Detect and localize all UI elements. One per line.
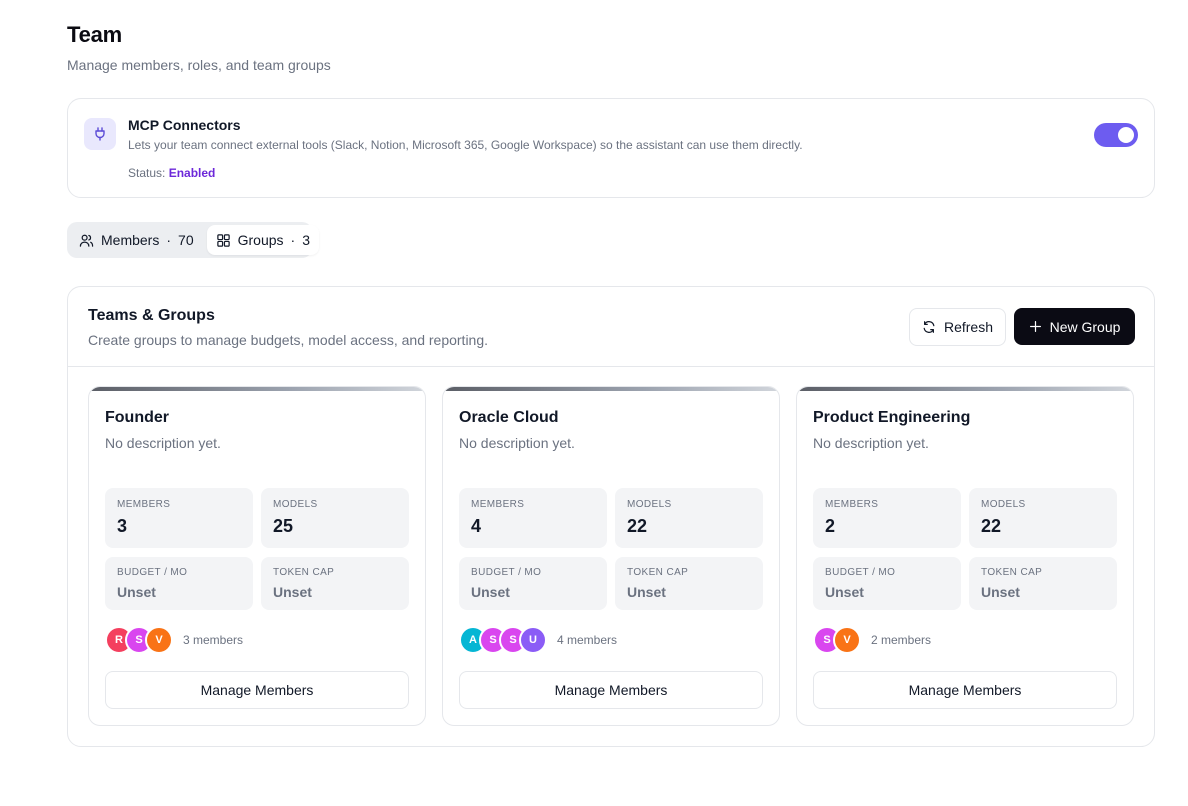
group-name: Oracle Cloud [459, 409, 559, 426]
card-accent-bar [89, 387, 425, 391]
stat-token-cap-value: Unset [981, 584, 1020, 600]
stat-token-cap-label: TOKEN CAP [981, 567, 1043, 578]
users-icon [79, 234, 94, 247]
stat-models: MODELS 22 [615, 488, 763, 548]
refresh-button[interactable]: Refresh [909, 308, 1006, 346]
group-name: Product Engineering [813, 409, 971, 426]
stat-models-value: 22 [981, 516, 1002, 536]
stat-models: MODELS 25 [261, 488, 409, 548]
stat-members-value: 4 [471, 516, 482, 536]
teams-groups-panel: Teams & Groups Create groups to manage b… [67, 286, 1155, 747]
grid-icon [216, 233, 230, 247]
stat-token-cap-value: Unset [627, 584, 666, 600]
refresh-label: Refresh [943, 319, 994, 335]
stat-token-cap: TOKEN CAP Unset [615, 557, 763, 610]
page-subtitle: Manage members, roles, and team groups [67, 57, 331, 73]
stat-token-cap-label: TOKEN CAP [627, 567, 689, 578]
stat-budget: BUDGET / MO Unset [459, 557, 607, 610]
group-card-product-engineering: Product Engineering No description yet. … [796, 386, 1134, 726]
stat-members: MEMBERS 3 [105, 488, 253, 548]
mcp-connectors-card: MCP Connectors Lets your team connect ex… [67, 98, 1155, 198]
group-description: No description yet. [105, 435, 221, 451]
connector-status: Status: Enabled [128, 166, 215, 180]
stat-token-cap-value: Unset [273, 584, 312, 600]
stat-models-label: MODELS [981, 499, 1026, 510]
stat-budget-value: Unset [825, 584, 864, 600]
manage-members-button[interactable]: Manage Members [459, 671, 763, 709]
toggle-knob [1118, 127, 1134, 143]
member-count-text: 4 members [557, 633, 618, 647]
new-group-label: New Group [1049, 318, 1121, 335]
stat-models-label: MODELS [627, 499, 672, 510]
page-title: Team [67, 22, 123, 47]
stat-budget-value: Unset [117, 584, 156, 600]
group-description: No description yet. [459, 435, 575, 451]
tab-members-label: Members [101, 232, 160, 248]
tab-groups[interactable]: Groups · 3 [206, 225, 319, 255]
stat-token-cap: TOKEN CAP Unset [261, 557, 409, 610]
stat-models-value: 25 [273, 516, 294, 536]
panel-title: Teams & Groups [88, 307, 215, 324]
stat-token-cap-label: TOKEN CAP [273, 567, 335, 578]
stat-budget-label: BUDGET / MO [825, 567, 896, 578]
stat-members-label: MEMBERS [117, 499, 171, 510]
member-count-text: 2 members [871, 633, 932, 647]
panel-description: Create groups to manage budgets, model a… [88, 332, 489, 348]
stat-members-value: 3 [117, 516, 128, 536]
panel-divider [68, 366, 1154, 367]
stat-members: MEMBERS 4 [459, 488, 607, 548]
member-count-text: 3 members [183, 633, 244, 647]
tab-groups-count: 3 [302, 232, 310, 248]
card-accent-bar [797, 387, 1133, 391]
stat-budget-label: BUDGET / MO [471, 567, 542, 578]
connector-title: MCP Connectors [128, 117, 241, 133]
plus-icon [1029, 321, 1041, 332]
member-avatar: U [519, 626, 547, 654]
connector-status-label: Status: [128, 166, 166, 180]
stat-members-label: MEMBERS [471, 499, 525, 510]
member-avatars: RSV3 members [105, 626, 243, 654]
group-description: No description yet. [813, 435, 929, 451]
member-avatars: SV2 members [813, 626, 931, 654]
stat-models-label: MODELS [273, 499, 318, 510]
stat-models: MODELS 22 [969, 488, 1117, 548]
stat-budget-value: Unset [471, 584, 510, 600]
new-group-button[interactable]: New Group [1014, 308, 1135, 345]
connector-status-value: Enabled [168, 166, 216, 180]
group-name: Founder [105, 409, 169, 426]
tab-members[interactable]: Members · 70 [70, 225, 203, 255]
card-accent-bar [443, 387, 779, 391]
manage-members-button[interactable]: Manage Members [813, 671, 1117, 709]
stat-members-label: MEMBERS [825, 499, 879, 510]
member-avatars: ASSU4 members [459, 626, 617, 654]
tab-members-count: 70 [178, 232, 194, 248]
stat-budget: BUDGET / MO Unset [813, 557, 961, 610]
group-cards: Founder No description yet. MEMBERS 3 MO… [88, 386, 1134, 726]
tab-groups-label: Groups [237, 232, 284, 248]
member-avatar: V [833, 626, 861, 654]
group-card-oracle-cloud: Oracle Cloud No description yet. MEMBERS… [442, 386, 780, 726]
connector-toggle[interactable] [1094, 123, 1138, 147]
refresh-icon [923, 321, 935, 333]
group-card-founder: Founder No description yet. MEMBERS 3 MO… [88, 386, 426, 726]
connector-description: Lets your team connect external tools (S… [128, 138, 803, 152]
stat-models-value: 22 [627, 516, 648, 536]
view-tabs: Members · 70 Groups · 3 [67, 222, 319, 258]
member-avatar: V [145, 626, 173, 654]
stat-members-value: 2 [825, 516, 836, 536]
stat-budget: BUDGET / MO Unset [105, 557, 253, 610]
manage-members-button[interactable]: Manage Members [105, 671, 409, 709]
stat-members: MEMBERS 2 [813, 488, 961, 548]
plug-icon [84, 118, 116, 150]
stat-token-cap: TOKEN CAP Unset [969, 557, 1117, 610]
stat-budget-label: BUDGET / MO [117, 567, 188, 578]
